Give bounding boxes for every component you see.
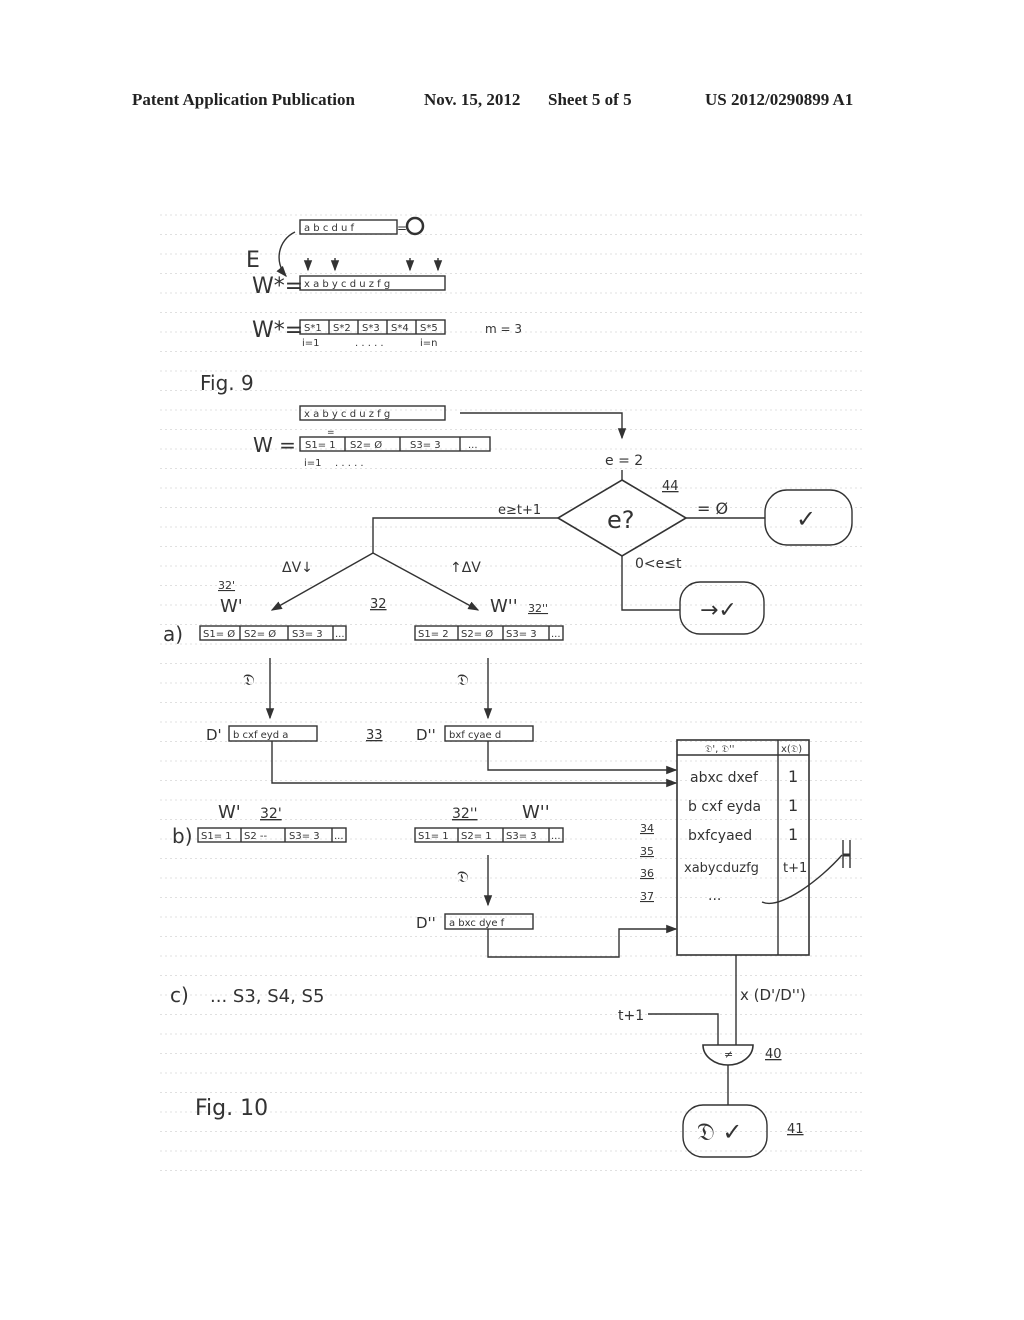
- table-row-word: abxc dxef: [690, 770, 759, 786]
- wstar-label-1: W*=: [252, 274, 303, 299]
- row-a-left-w: W': [220, 596, 243, 617]
- w-cell-4: ...: [468, 440, 478, 451]
- original-word: a b c d u f: [304, 223, 355, 234]
- row-a-right-cell-3: S3= 3: [506, 629, 537, 640]
- fig10-label: Fig. 10: [195, 1096, 268, 1121]
- wstar-word: x a b y c d u z f g: [304, 279, 390, 290]
- row-a-right-w: W'': [490, 596, 518, 617]
- row-a-left-cell-1: S1= Ø: [203, 628, 235, 640]
- threshold-label: t+1: [618, 1008, 644, 1024]
- wstar-cell-5: S*5: [420, 323, 438, 334]
- row-b-right-cell-1: S1= 1: [418, 831, 449, 842]
- row-a-left-cell-3: S3= 3: [292, 629, 323, 640]
- w-index-dots: . . . . .: [335, 458, 364, 469]
- row-a-right-cell-2: S2= Ø: [461, 628, 493, 640]
- row-b-left-cell-4: ...: [334, 831, 344, 842]
- table-row-word: ...: [708, 888, 721, 904]
- ref-37: 37: [640, 890, 654, 903]
- ref-36: 36: [640, 867, 654, 880]
- wstar-cell-2: S*2: [333, 323, 351, 334]
- branch-zero-label: = Ø: [697, 499, 728, 518]
- row-b-right-cell-2: S2= 1: [461, 831, 492, 842]
- row-a-right-cell-1: S1= 2: [418, 629, 449, 640]
- ref-34: 34: [640, 822, 654, 835]
- w-cell-3: S3= 3: [410, 440, 441, 451]
- row-a-left-ref: 32': [218, 579, 235, 592]
- index-start: i=1: [302, 338, 320, 349]
- w-index: i=1: [304, 458, 322, 469]
- table-row-count: t+1: [783, 861, 807, 876]
- ref-41: 41: [787, 1122, 804, 1137]
- row-b-right-cell-3: S3= 3: [506, 831, 537, 842]
- wstar-cell-4: S*4: [391, 323, 409, 334]
- table-row-count: 1: [788, 796, 798, 815]
- wstar-label-2: W*=: [252, 318, 303, 343]
- row-c-text: ... S3, S4, S5: [210, 986, 324, 1007]
- row-a-left-cell-4: ...: [335, 629, 345, 640]
- ruled-background: [160, 200, 865, 1175]
- row-b-left-w: W': [218, 802, 241, 823]
- delta-down-label: ΔV↓: [282, 560, 313, 576]
- d-double-prime-word: bxf cyae d: [449, 730, 501, 741]
- table-row-count: 1: [788, 767, 798, 786]
- correctable-check-icon: →✓: [700, 598, 737, 623]
- table-header-right: x(𝔇): [781, 744, 802, 755]
- row-a-right-ref: 32'': [528, 602, 548, 615]
- w-cell-2: S2= Ø: [350, 439, 382, 451]
- w-label: W =: [253, 433, 296, 457]
- ref-32: 32: [370, 597, 387, 612]
- row-a-right-cell-4: ...: [551, 629, 561, 640]
- x-count-label: x (D'/D''): [740, 986, 806, 1004]
- ref-44: 44: [662, 479, 679, 494]
- result-check-icon: 𝔇 ✓: [697, 1118, 743, 1146]
- row-b-left-cell-1: S1= 1: [201, 831, 232, 842]
- decode-left-symbol: 𝔇: [243, 670, 255, 689]
- table-row-word: b cxf eyda: [688, 799, 761, 815]
- table-row-word: bxfcyaed: [688, 828, 752, 844]
- d-b-word: a bxc dye f: [449, 918, 505, 929]
- decode-b-symbol: 𝔇: [457, 867, 469, 886]
- row-b-label: b): [172, 824, 193, 848]
- table-row-word: xabycduzfg: [684, 861, 759, 876]
- decode-right-symbol: 𝔇: [457, 670, 469, 689]
- w-cell-1: S1= 1: [305, 440, 336, 451]
- ref-40: 40: [765, 1047, 782, 1062]
- d-b-label: D'': [416, 914, 436, 932]
- wstar-cell-3: S*3: [362, 323, 380, 334]
- index-end: i=n: [420, 338, 438, 349]
- row-b-right-cell-4: ...: [551, 831, 561, 842]
- m-label: m = 3: [485, 322, 522, 336]
- branch-high-label: e≥t+1: [498, 503, 541, 518]
- branch-mid-label: 0<e≤t: [635, 556, 682, 572]
- ref-35: 35: [640, 845, 654, 858]
- d-prime-label: D': [206, 726, 222, 744]
- row-b-right-w: W'': [522, 802, 550, 823]
- d-double-prime-label: D'': [416, 726, 436, 744]
- error-label: E: [246, 248, 260, 273]
- equiv-sign: =: [327, 428, 335, 438]
- fig9-label: Fig. 9: [200, 371, 254, 395]
- d-prime-word: b cxf eyd a: [233, 730, 288, 741]
- ref-33: 33: [366, 728, 383, 743]
- patent-drawing: a b c d u f = E W*= x a b y c d u z f g …: [160, 200, 865, 1175]
- row-a-left-cell-2: S2= Ø: [244, 628, 276, 640]
- input-word: x a b y c d u z f g: [304, 409, 390, 420]
- comparator-symbol: ≠: [724, 1048, 733, 1061]
- row-a-label: a): [163, 622, 183, 646]
- original-word-eq: =: [397, 221, 407, 235]
- row-c-label: c): [170, 983, 189, 1007]
- delta-up-label: ↑ΔV: [450, 560, 481, 576]
- wstar-cell-1: S*1: [304, 323, 322, 334]
- index-dots: . . . . .: [355, 338, 384, 349]
- row-b-left-ref: 32': [260, 806, 282, 822]
- ok-check-icon: ✓: [796, 505, 816, 533]
- row-b-right-ref: 32'': [452, 806, 478, 822]
- row-b-left-cell-3: S3= 3: [289, 831, 320, 842]
- row-b-left-cell-2: S2 --: [244, 831, 267, 842]
- table-header-left: 𝔇', 𝔇'': [705, 744, 734, 755]
- decision-label: e?: [607, 506, 635, 534]
- table-row-count: 1: [788, 825, 798, 844]
- e-value: e = 2: [605, 453, 643, 469]
